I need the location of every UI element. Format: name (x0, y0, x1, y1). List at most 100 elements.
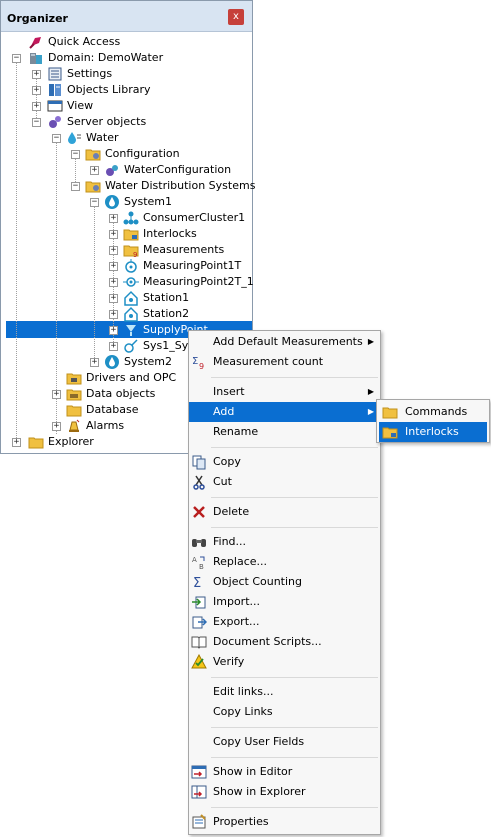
svg-text:A: A (192, 556, 197, 564)
folder-commands-icon (382, 404, 398, 420)
database-icon (66, 402, 82, 418)
tree-item-label: Server objects (67, 115, 147, 128)
menu-item-delete[interactable]: Delete (189, 502, 380, 522)
menu-separator (211, 677, 378, 678)
menu-item-label: Properties (213, 815, 269, 828)
cut-icon (191, 474, 207, 490)
gears-icon (104, 162, 120, 178)
tree-item-label: Interlocks (143, 227, 197, 240)
expand-toggle[interactable]: + (52, 390, 61, 399)
expand-toggle[interactable]: + (32, 86, 41, 95)
expand-toggle[interactable]: + (109, 262, 118, 271)
menu-item-label: Cut (213, 475, 232, 488)
expand-toggle[interactable]: + (32, 70, 41, 79)
menu-item-document-scripts[interactable]: Document Scripts... (189, 632, 380, 652)
view-icon (47, 98, 63, 114)
submenu-item-interlocks[interactable]: Interlocks (379, 422, 487, 442)
expand-toggle[interactable]: + (90, 358, 99, 367)
menu-item-measurement-count[interactable]: Σ9 Measurement count (189, 352, 380, 372)
expand-toggle[interactable]: + (90, 166, 99, 175)
menu-item-verify[interactable]: Verify (189, 652, 380, 672)
tree-item-label: WaterConfiguration (124, 163, 232, 176)
expand-toggle[interactable]: + (109, 310, 118, 319)
copy-icon (191, 454, 207, 470)
menu-item-label: Show in Explorer (213, 785, 306, 798)
collapse-toggle[interactable]: − (71, 182, 80, 191)
menu-item-add[interactable]: Add ▶ (189, 402, 380, 422)
menu-item-export[interactable]: Export... (189, 612, 380, 632)
menu-item-label: Measurement count (213, 355, 324, 368)
menu-item-label: Show in Editor (213, 765, 293, 778)
menu-item-cut[interactable]: Cut (189, 472, 380, 492)
alarms-icon (66, 418, 82, 434)
collapse-toggle[interactable]: − (52, 134, 61, 143)
expand-toggle[interactable]: + (109, 342, 118, 351)
menu-item-properties[interactable]: Properties (189, 812, 380, 832)
expand-toggle[interactable]: + (109, 214, 118, 223)
expand-toggle[interactable]: + (12, 438, 21, 447)
tree-item-label: Objects Library (67, 83, 151, 96)
menu-item-label: Rename (213, 425, 259, 438)
tree-item-label: ConsumerCluster1 (143, 211, 246, 224)
import-icon (191, 594, 207, 610)
menu-separator (211, 727, 378, 728)
menu-item-label: Document Scripts... (213, 635, 322, 648)
menu-item-show-in-explorer[interactable]: Show in Explorer (189, 782, 380, 802)
menu-item-rename[interactable]: Rename (189, 422, 380, 442)
menu-item-edit-links[interactable]: Edit links... (189, 682, 380, 702)
menu-item-show-in-editor[interactable]: Show in Editor (189, 762, 380, 782)
show-editor-icon (191, 764, 207, 780)
menu-item-object-counting[interactable]: Σ Object Counting (189, 572, 380, 592)
menu-separator (211, 527, 378, 528)
submenu-arrow-icon: ▶ (367, 387, 374, 396)
tree-item-label: Settings (67, 67, 113, 80)
menu-item-copy-links[interactable]: Copy Links (189, 702, 380, 722)
tree-item-label: Explorer (48, 435, 94, 448)
sigma-count-icon: Σ9 (191, 354, 207, 371)
menu-item-copy-user-fields[interactable]: Copy User Fields (189, 732, 380, 752)
folder-config-icon (85, 178, 101, 194)
menu-separator (211, 757, 378, 758)
station-icon (123, 306, 139, 322)
menu-item-replace[interactable]: AB Replace... (189, 552, 380, 572)
collapse-toggle[interactable]: − (12, 54, 21, 63)
svg-text:Σ: Σ (192, 356, 198, 367)
submenu-item-commands[interactable]: Commands (379, 402, 487, 422)
folder-measure-icon: 9 (123, 242, 139, 258)
expand-toggle[interactable]: + (109, 326, 118, 335)
menu-item-label: Add Default Measurements (213, 335, 363, 348)
expand-toggle[interactable]: + (109, 294, 118, 303)
collapse-toggle[interactable]: − (32, 118, 41, 127)
expand-toggle[interactable]: + (109, 246, 118, 255)
menu-item-find[interactable]: Find... (189, 532, 380, 552)
collapse-toggle[interactable]: − (71, 150, 80, 159)
export-icon (191, 614, 208, 630)
show-explorer-icon (191, 784, 207, 800)
tree-item-label: Domain: DemoWater (48, 51, 164, 64)
menu-item-copy[interactable]: Copy (189, 452, 380, 472)
expand-toggle[interactable]: + (52, 422, 61, 431)
menu-item-label: Copy (213, 455, 241, 468)
menu-item-label: Delete (213, 505, 250, 518)
menu-item-add-default-measurements[interactable]: Add Default Measurements ▶ (189, 332, 380, 352)
expand-toggle[interactable]: + (32, 102, 41, 111)
menu-item-import[interactable]: Import... (189, 592, 380, 612)
menu-item-insert[interactable]: Insert ▶ (189, 382, 380, 402)
expand-toggle[interactable]: + (109, 230, 118, 239)
tree-item-label: System2 (124, 355, 173, 368)
tree-item-label: Alarms (86, 419, 125, 432)
collapse-toggle[interactable]: − (90, 198, 99, 207)
drivers-icon (66, 370, 82, 386)
svg-text:B: B (199, 563, 204, 570)
tree-item-label: Water Distribution Systems (105, 179, 256, 192)
menu-item-label: Add (213, 405, 235, 418)
menu-item-label: Import... (213, 595, 260, 608)
expand-toggle[interactable]: + (109, 278, 118, 287)
water-system-icon (104, 194, 120, 210)
measuring-point-icon (123, 258, 139, 274)
folder-lock-icon (123, 226, 139, 242)
svg-text:Σ: Σ (193, 576, 201, 590)
tree-item-label: Measurements (143, 243, 225, 256)
tree-item-label: MeasuringPoint1T (143, 259, 242, 272)
library-icon (47, 82, 63, 98)
